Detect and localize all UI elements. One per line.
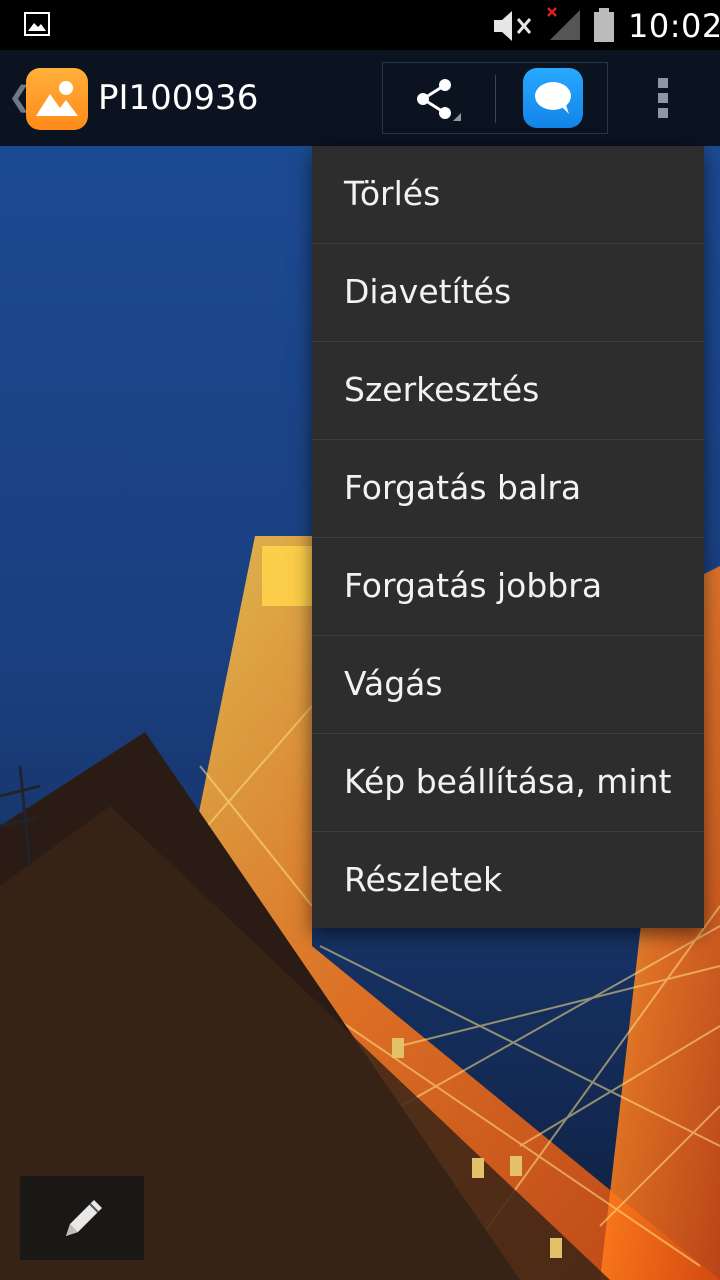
menu-item-delete[interactable]: Törlés [312,146,704,244]
menu-item-rotate-left[interactable]: Forgatás balra [312,440,704,538]
menu-item-edit[interactable]: Szerkesztés [312,342,704,440]
gallery-notification-icon [24,12,50,36]
status-bar: 10:02 [0,0,720,50]
menu-item-crop[interactable]: Vágás [312,636,704,734]
gallery-app-icon[interactable] [26,68,88,130]
menu-item-label: Törlés [344,174,441,213]
menu-item-label: Kép beállítása, mint [344,762,672,801]
photo-title: PI100936 [98,78,259,118]
menu-item-label: Vágás [344,664,443,703]
messenger-icon[interactable] [523,68,583,128]
menu-item-label: Részletek [344,860,503,899]
menu-item-label: Forgatás jobbra [344,566,603,605]
menu-item-label: Szerkesztés [344,370,540,409]
menu-item-details[interactable]: Részletek [312,832,704,929]
share-icon[interactable] [411,75,461,123]
overflow-menu: Törlés Diavetítés Szerkesztés Forgatás b… [312,146,704,928]
share-divider [495,75,496,123]
mute-icon [494,11,532,41]
overflow-menu-icon[interactable] [652,78,674,118]
share-action-group [382,62,608,134]
no-signal-icon [547,7,580,40]
battery-icon [594,8,614,42]
menu-item-rotate-right[interactable]: Forgatás jobbra [312,538,704,636]
action-bar: ❮ PI100936 [0,50,720,146]
menu-item-slideshow[interactable]: Diavetítés [312,244,704,342]
menu-item-label: Diavetítés [344,272,512,311]
pencil-icon [66,1200,102,1236]
status-time: 10:02 [628,7,720,45]
menu-item-set-picture-as[interactable]: Kép beállítása, mint [312,734,704,832]
menu-item-label: Forgatás balra [344,468,582,507]
edit-photo-button[interactable] [20,1176,144,1260]
